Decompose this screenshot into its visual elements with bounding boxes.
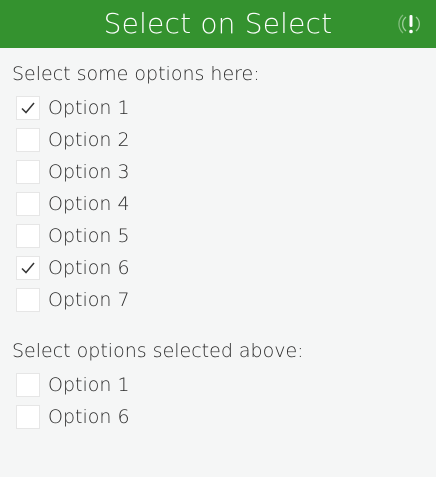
option-5-checkbox[interactable] xyxy=(16,224,40,248)
check-icon xyxy=(21,262,35,274)
group-2-label: Select options selected above: xyxy=(12,340,304,362)
options-group-1: Select some options here: Option 1 Optio… xyxy=(12,60,424,316)
option-7-label: Option 7 xyxy=(48,289,130,311)
options-list-2: Option 1 Option 6 xyxy=(12,369,424,433)
option-3-checkbox[interactable] xyxy=(16,160,40,184)
option-1-checkbox[interactable] xyxy=(16,96,40,120)
option-5-row[interactable]: Option 5 xyxy=(12,220,424,252)
option-6-checkbox[interactable] xyxy=(16,256,40,280)
option-4-row[interactable]: Option 4 xyxy=(12,188,424,220)
selected-option-1-checkbox[interactable] xyxy=(16,373,40,397)
option-7-row[interactable]: Option 7 xyxy=(12,284,424,316)
form-content: Select some options here: Option 1 Optio… xyxy=(12,60,424,433)
options-group-2: Select options selected above: Option 1 … xyxy=(12,337,424,433)
option-2-checkbox[interactable] xyxy=(16,128,40,152)
gps-warning-icon[interactable] xyxy=(398,11,424,37)
option-3-row[interactable]: Option 3 xyxy=(12,156,424,188)
selected-option-1-label: Option 1 xyxy=(48,374,130,396)
option-7-checkbox[interactable] xyxy=(16,288,40,312)
selected-option-1-row[interactable]: Option 1 xyxy=(12,369,424,401)
selected-option-6-label: Option 6 xyxy=(48,406,130,428)
option-4-checkbox[interactable] xyxy=(16,192,40,216)
selected-option-6-row[interactable]: Option 6 xyxy=(12,401,424,433)
option-5-label: Option 5 xyxy=(48,225,130,247)
option-6-row[interactable]: Option 6 xyxy=(12,252,424,284)
option-4-label: Option 4 xyxy=(48,193,130,215)
group-1-label: Select some options here: xyxy=(12,63,260,85)
option-1-row[interactable]: Option 1 xyxy=(12,92,424,124)
check-icon xyxy=(21,102,35,114)
option-3-label: Option 3 xyxy=(48,161,130,183)
options-list-1: Option 1 Option 2 Option 3 Option 4 Opti… xyxy=(12,92,424,316)
option-1-label: Option 1 xyxy=(48,97,130,119)
option-6-label: Option 6 xyxy=(48,257,130,279)
selected-option-6-checkbox[interactable] xyxy=(16,405,40,429)
page-title: Select on Select xyxy=(103,7,333,40)
option-2-label: Option 2 xyxy=(48,129,130,151)
option-2-row[interactable]: Option 2 xyxy=(12,124,424,156)
app-header: Select on Select xyxy=(0,0,436,48)
app-window: Select on Select Select some options her… xyxy=(0,0,436,477)
